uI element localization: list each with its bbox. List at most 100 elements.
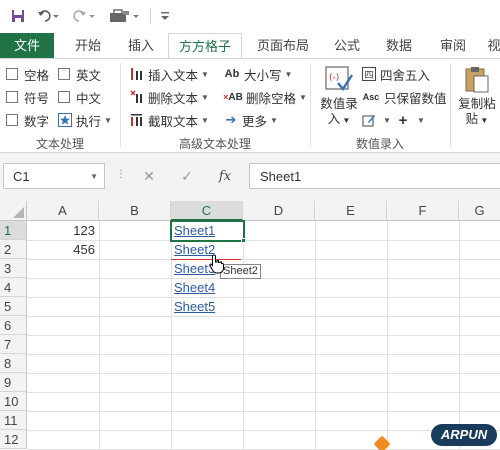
customize-toolbar-icon[interactable]	[158, 6, 172, 26]
cell-c4-hyperlink[interactable]: Sheet4	[171, 278, 243, 297]
cell-a1[interactable]: 123	[27, 221, 99, 240]
insert-text-icon	[130, 67, 144, 81]
row-header-8[interactable]: 8	[0, 354, 27, 373]
column-header-e[interactable]: E	[315, 201, 387, 221]
delete-space-label: 删除空格	[246, 91, 297, 106]
save-icon[interactable]	[8, 6, 28, 26]
checkbox-box[interactable]	[6, 114, 18, 126]
row-header-4[interactable]: 4	[0, 278, 27, 297]
row-header-7[interactable]: 7	[0, 335, 27, 354]
case-button[interactable]: Ab 大小写 ▼	[224, 65, 293, 83]
keep-values-button[interactable]: Asc 只保留数值	[362, 88, 447, 106]
checkbox-chinese[interactable]: 中文	[58, 88, 101, 106]
tab-review[interactable]: 审阅	[428, 33, 478, 58]
tab-file[interactable]: 文件	[0, 33, 54, 58]
checkbox-box[interactable]	[6, 91, 18, 103]
column-header-g[interactable]: G	[459, 201, 500, 221]
name-box[interactable]: C1 ▼	[3, 163, 105, 189]
gridline	[387, 221, 388, 450]
insert-text-button[interactable]: 插入文本 ▼	[130, 65, 209, 83]
row-header-10[interactable]: 10	[0, 392, 27, 411]
undo-icon[interactable]	[34, 6, 62, 26]
gridline	[27, 278, 500, 279]
extract-text-button[interactable]: 截取文本 ▼	[130, 111, 209, 129]
column-header-a[interactable]: A	[27, 201, 99, 221]
select-all-corner[interactable]	[0, 201, 27, 221]
group-separator	[450, 63, 451, 147]
cell-a2[interactable]: 456	[27, 240, 99, 259]
column-header-f[interactable]: F	[387, 201, 459, 221]
group-label-advanced-text: 高级文本处理	[178, 137, 251, 151]
ribbon: 空格 英文 符号 中文 数字 执行 ▼ 文本处理 插入文本 ▼ Ab 大小写 ▼ 删除…	[0, 58, 500, 153]
chevron-down-icon: ▼	[340, 116, 351, 125]
checkbox-english[interactable]: 英文	[58, 65, 101, 83]
delete-space-icon: × AB	[223, 91, 243, 103]
row-header-2[interactable]: 2	[0, 240, 27, 259]
copy-paste-label: 贴	[465, 112, 479, 126]
chevron-down-icon: ▼	[201, 92, 209, 102]
copy-paste-button[interactable]: 复制粘 贴 ▼	[454, 63, 500, 133]
cell-selection	[170, 220, 245, 242]
round-button[interactable]: 四 四舍五入	[362, 65, 430, 83]
column-header-d[interactable]: D	[243, 201, 315, 221]
drag-handle-icon[interactable]: ⋮	[116, 169, 127, 180]
number-entry-label: 数值录	[320, 97, 358, 111]
row-header-12[interactable]: 12	[0, 430, 27, 449]
add-button[interactable]: + ▼	[396, 111, 425, 129]
checkbox-symbol[interactable]: 符号	[6, 88, 49, 106]
checkbox-box[interactable]	[6, 68, 18, 80]
gridline	[459, 221, 460, 450]
number-entry-button[interactable]: (-) 数值录 入 ▼	[316, 63, 362, 133]
cell-c2-hyperlink[interactable]: Sheet2	[171, 240, 243, 259]
delete-space-button[interactable]: × AB 删除空格 ▼	[223, 88, 307, 106]
insert-function-icon[interactable]: fx	[206, 169, 244, 184]
execute-button[interactable]: 执行 ▼	[58, 111, 112, 129]
svg-text:四: 四	[365, 71, 374, 81]
round-icon: 四	[362, 67, 376, 81]
column-header-c[interactable]: C	[171, 201, 243, 221]
gridline	[27, 392, 500, 393]
chevron-down-icon: ▼	[104, 115, 112, 125]
spreadsheet-grid[interactable]: A B C D E F G 1 2 3 4 5 6 7 8 9 10 11 12…	[0, 201, 500, 450]
tab-fangfang-gezi[interactable]: 方方格子	[168, 33, 242, 58]
row-header-3[interactable]: 3	[0, 259, 27, 278]
gridline	[99, 221, 100, 450]
toolbar-separator	[150, 8, 151, 24]
gridline	[27, 354, 500, 355]
delete-text-icon	[130, 90, 144, 104]
row-header-6[interactable]: 6	[0, 316, 27, 335]
cancel-icon[interactable]: ✕	[130, 168, 168, 185]
gridline	[243, 221, 244, 450]
tab-view[interactable]: 视	[484, 33, 500, 58]
checkbox-space[interactable]: 空格	[6, 65, 49, 83]
copy-paste-label: 复制粘	[458, 97, 496, 111]
tab-formulas[interactable]: 公式	[324, 33, 370, 58]
confirm-icon[interactable]: ✓	[168, 168, 206, 185]
chevron-down-icon[interactable]: ▼	[90, 172, 98, 181]
edit-button[interactable]: ▼	[362, 111, 391, 129]
formula-input[interactable]: Sheet1	[249, 163, 500, 189]
row-header-5[interactable]: 5	[0, 297, 27, 316]
row-header-11[interactable]: 11	[0, 411, 27, 430]
tab-page-layout[interactable]: 页面布局	[248, 33, 318, 58]
hand-cursor-icon	[209, 254, 225, 277]
tab-data[interactable]: 数据	[376, 33, 422, 58]
row-header-9[interactable]: 9	[0, 373, 27, 392]
delete-text-button[interactable]: 删除文本 ▼	[130, 88, 209, 106]
toolbox-icon[interactable]	[106, 6, 142, 26]
checkbox-box[interactable]	[58, 91, 70, 103]
more-button[interactable]: ➔ 更多 ▼	[224, 111, 278, 129]
tab-insert[interactable]: 插入	[118, 33, 164, 58]
column-header-b[interactable]: B	[99, 201, 171, 221]
row-header-1[interactable]: 1	[0, 221, 27, 240]
cell-c5-hyperlink[interactable]: Sheet5	[171, 297, 243, 316]
redo-icon[interactable]	[70, 6, 98, 26]
tab-home[interactable]: 开始	[64, 33, 112, 58]
fill-handle[interactable]	[241, 238, 246, 243]
checkbox-box[interactable]	[58, 68, 70, 80]
number-entry-icon: (-)	[324, 65, 354, 96]
case-icon: Ab	[224, 68, 240, 80]
annotation-underline	[171, 259, 241, 260]
checkbox-number[interactable]: 数字	[6, 111, 49, 129]
checkbox-label: 符号	[24, 91, 50, 106]
